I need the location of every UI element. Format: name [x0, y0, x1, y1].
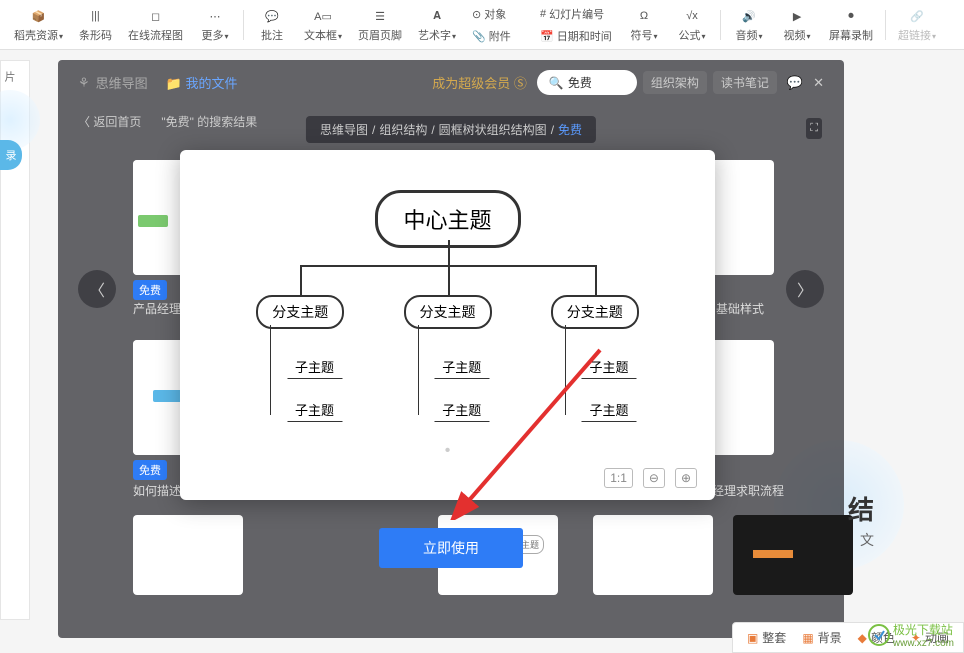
tool-wordart[interactable]: 𝐀艺术字	[414, 4, 460, 45]
leaf-node: 子主题	[434, 355, 489, 379]
link-icon: ⚘	[78, 75, 90, 91]
tab-mindmap[interactable]: 思维导图	[96, 73, 148, 92]
mindmap-diagram: 中心主题 分支主题 分支主题 分支主题 子主题 子主题 子主题 子主题 子主题 …	[210, 180, 685, 440]
tool-attachment[interactable]: 📎附件	[468, 25, 528, 46]
tab-myfiles[interactable]: 📁 我的文件	[166, 73, 238, 92]
template-card[interactable]	[133, 515, 243, 595]
template-card[interactable]	[593, 515, 713, 595]
search-icon: 🔍	[549, 76, 564, 90]
free-tag: 免费	[133, 460, 167, 480]
preview-tools: 1:1 ⊖ ⊕	[604, 468, 697, 488]
tool-textbox[interactable]: A▭文本框	[300, 4, 346, 45]
chat-icon[interactable]: 💬	[787, 75, 803, 91]
side-char: 文	[860, 530, 874, 550]
logo-icon	[868, 624, 890, 646]
collapse-icon[interactable]: ⛶	[806, 118, 822, 139]
tool-symbol[interactable]: Ω符号	[624, 4, 664, 45]
nav-prev[interactable]: 〈	[78, 270, 116, 308]
template-preview-modal: 中心主题 分支主题 分支主题 分支主题 子主题 子主题 子主题 子主题 子主题 …	[180, 150, 715, 500]
leaf-node: 子主题	[287, 355, 342, 379]
card-title: 基础样式	[716, 300, 764, 317]
ribbon-toolbar: 📦稻壳资源 |||条形码 ◻在线流程图 ⋯更多 💬批注 A▭文本框 ☰页眉页脚 …	[0, 0, 964, 50]
tool-video[interactable]: ▶视频	[777, 4, 817, 45]
tool-slidenumber[interactable]: #幻灯片编号	[536, 3, 616, 24]
leaf-node: 子主题	[581, 355, 636, 379]
close-icon[interactable]: ✕	[813, 75, 824, 91]
tool-formula[interactable]: √x公式	[672, 4, 712, 45]
leaf-node: 子主题	[581, 398, 636, 422]
tool-headerfooter[interactable]: ☰页眉页脚	[354, 4, 406, 45]
panel-header: ⚘ 思维导图 📁 我的文件 成为超级会员 Ⓢ 🔍 免费 组织架构 读书笔记 💬 …	[58, 60, 844, 105]
pagination-dots: •	[445, 442, 451, 460]
btn-fullset[interactable]: ▣整套	[747, 629, 786, 646]
zoom-out-icon[interactable]: ⊖	[643, 468, 665, 488]
search-input[interactable]: 🔍 免费	[537, 70, 637, 95]
tool-daoke[interactable]: 📦稻壳资源	[10, 4, 67, 45]
tool-comment[interactable]: 💬批注	[252, 4, 292, 45]
branch-node: 分支主题	[256, 295, 344, 329]
watermark: 极光下载站 www.xz7.com	[868, 621, 954, 649]
tool-barcode[interactable]: |||条形码	[75, 4, 116, 45]
tool-audio[interactable]: 🔊音频	[729, 4, 769, 45]
branch-node: 分支主题	[404, 295, 492, 329]
nav-next[interactable]: 〉	[786, 270, 824, 308]
pill-orgchart[interactable]: 组织架构	[643, 71, 707, 94]
use-now-button[interactable]: 立即使用	[379, 528, 523, 568]
tool-datetime[interactable]: 📅日期和时间	[536, 25, 616, 46]
template-card[interactable]	[733, 515, 853, 595]
zoom-in-icon[interactable]: ⊕	[675, 468, 697, 488]
leaf-node: 子主题	[434, 398, 489, 422]
tool-hyperlink: 🔗超链接	[894, 4, 940, 45]
fit-icon[interactable]: 1:1	[604, 468, 633, 488]
pill-notes[interactable]: 读书笔记	[713, 71, 777, 94]
free-tag: 免费	[133, 280, 167, 300]
side-char: 结	[848, 490, 874, 527]
btn-background[interactable]: ▦背景	[802, 629, 841, 646]
tool-flowchart[interactable]: ◻在线流程图	[124, 4, 187, 45]
category-breadcrumb[interactable]: 思维导图 / 组织结构 / 圆框树状组织结构图 / 免费	[306, 116, 596, 143]
premium-link[interactable]: 成为超级会员 Ⓢ	[432, 73, 527, 92]
branch-node: 分支主题	[551, 295, 639, 329]
back-link[interactable]: 〈 返回首页	[78, 113, 141, 130]
search-result-label: "免费" 的搜索结果	[161, 113, 257, 130]
tool-more[interactable]: ⋯更多	[195, 4, 235, 45]
tool-screenrecord[interactable]: ⏺屏幕录制	[825, 4, 877, 45]
tool-object[interactable]: ⊙对象	[468, 3, 528, 24]
leaf-node: 子主题	[287, 398, 342, 422]
